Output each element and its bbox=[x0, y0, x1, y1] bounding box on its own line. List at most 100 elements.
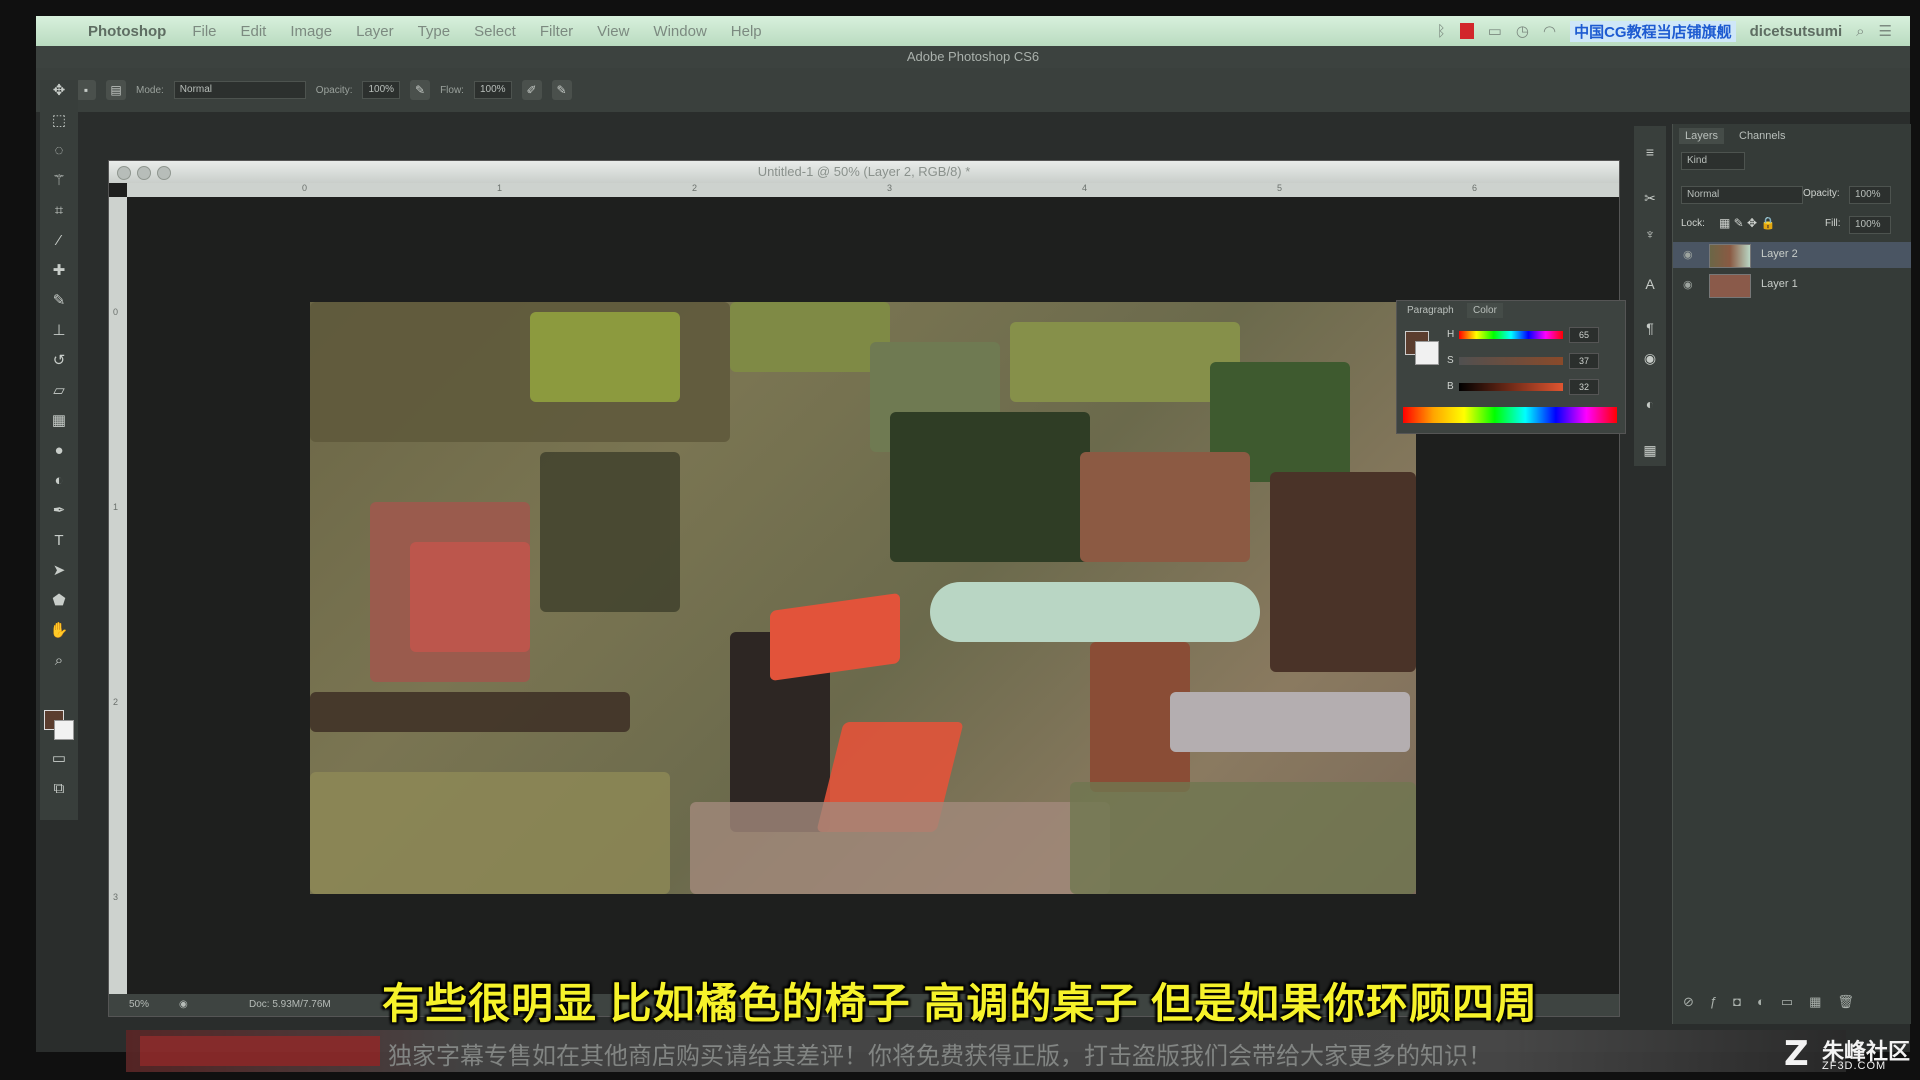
banner-logo bbox=[140, 1036, 380, 1066]
clock-icon[interactable]: ◷ bbox=[1516, 22, 1529, 40]
layers-footer-icons[interactable]: ⊘ƒ◘◐▭▦🗑 bbox=[1683, 994, 1870, 1010]
canvas-painting[interactable] bbox=[310, 302, 1416, 894]
healing-brush-tool-icon[interactable]: ✚ bbox=[47, 260, 71, 282]
move-tool-icon[interactable]: ✥ bbox=[47, 80, 71, 102]
dodge-tool-icon[interactable]: ◐ bbox=[47, 470, 71, 492]
brush-preset-icon[interactable]: ▪ bbox=[76, 80, 96, 100]
user-name[interactable]: dicetsutsumi bbox=[1750, 23, 1843, 40]
opacity-field[interactable]: 100% bbox=[362, 81, 401, 99]
close-icon[interactable] bbox=[117, 166, 131, 180]
crop-tool-icon[interactable]: ⌗ bbox=[47, 200, 71, 222]
mode-select[interactable]: Normal bbox=[173, 81, 306, 99]
hue-value[interactable]: 65 bbox=[1569, 327, 1599, 343]
background-color-swatch[interactable] bbox=[54, 720, 74, 740]
swatches-icon[interactable]: ◐ bbox=[1640, 394, 1660, 414]
airbrush-icon[interactable]: ✐ bbox=[521, 80, 542, 100]
ruler-horizontal[interactable]: 0 1 2 3 4 5 6 bbox=[127, 183, 1619, 197]
brush-tool-icon[interactable]: ✎ bbox=[47, 290, 71, 312]
layer-row-layer-2[interactable]: ◉ Layer 2 bbox=[1673, 242, 1911, 268]
brightness-value[interactable]: 32 bbox=[1569, 379, 1599, 395]
wifi-icon[interactable]: ◠ bbox=[1543, 22, 1556, 40]
menu-window[interactable]: Window bbox=[653, 23, 706, 40]
history-brush-tool-icon[interactable]: ↺ bbox=[47, 350, 71, 372]
tab-layers[interactable]: Layers bbox=[1679, 128, 1725, 144]
spotlight-icon[interactable]: ⌕ bbox=[1856, 23, 1864, 40]
screen-mode-icon[interactable]: ⧉ bbox=[47, 778, 71, 800]
display-icon[interactable]: ▭ bbox=[1488, 22, 1502, 40]
tab-color[interactable]: Color bbox=[1467, 303, 1503, 318]
visibility-eye-icon[interactable]: ◉ bbox=[1683, 278, 1693, 291]
notification-list-icon[interactable]: ☰ bbox=[1879, 22, 1892, 40]
menu-layer[interactable]: Layer bbox=[356, 23, 394, 40]
video-subtitle: 有些很明显 比如橘色的椅子 高调的桌子 但是如果你环顾四周 bbox=[381, 980, 1538, 1027]
tool-presets-icon[interactable]: ✂ bbox=[1640, 188, 1660, 208]
hand-tool-icon[interactable]: ✋ bbox=[47, 620, 71, 642]
lock-pixels-icon[interactable]: ▦ ✎ ✥ 🔒 bbox=[1719, 216, 1775, 230]
brush-presets-icon[interactable]: ♆ bbox=[1640, 224, 1660, 244]
menu-view[interactable]: View bbox=[597, 23, 629, 40]
app-menu[interactable]: Photoshop bbox=[88, 23, 166, 40]
quick-mask-icon[interactable]: ▭ bbox=[47, 748, 71, 770]
ruler-tick: 3 bbox=[887, 183, 893, 193]
layer-name[interactable]: Layer 1 bbox=[1761, 278, 1798, 290]
eyedropper-tool-icon[interactable]: ⁄ bbox=[47, 230, 71, 252]
bluetooth-icon[interactable]: ᛒ bbox=[1437, 23, 1446, 40]
blend-mode-select[interactable]: Normal bbox=[1681, 186, 1803, 204]
mode-label: Mode: bbox=[136, 84, 164, 96]
adjustments-icon[interactable]: ≡ bbox=[1640, 142, 1660, 162]
fill-field[interactable]: 100% bbox=[1849, 216, 1891, 234]
zoom-tool-icon[interactable]: ⌕ bbox=[47, 650, 71, 672]
hue-slider[interactable] bbox=[1459, 331, 1563, 339]
pressure-opacity-icon[interactable]: ✎ bbox=[410, 80, 431, 100]
color-panel-icon[interactable]: ◉ bbox=[1640, 348, 1660, 368]
menu-type[interactable]: Type bbox=[418, 23, 451, 40]
document-title-bar[interactable]: Untitled-1 @ 50% (Layer 2, RGB/8) * bbox=[109, 161, 1619, 183]
blur-tool-icon[interactable]: ● bbox=[47, 440, 71, 462]
menu-filter[interactable]: Filter bbox=[540, 23, 573, 40]
layer-opacity-label: Opacity: bbox=[1803, 188, 1840, 199]
marquee-tool-icon[interactable]: ⬚ bbox=[47, 110, 71, 132]
saturation-value[interactable]: 37 bbox=[1569, 353, 1599, 369]
tab-paragraph[interactable]: Paragraph bbox=[1401, 303, 1460, 318]
layer-filter-kind[interactable]: Kind bbox=[1681, 152, 1745, 170]
minimize-icon[interactable] bbox=[137, 166, 151, 180]
color-spectrum-ramp[interactable] bbox=[1403, 407, 1617, 423]
brush-panel-icon[interactable]: ▤ bbox=[106, 80, 126, 100]
pen-tool-icon[interactable]: ✒ bbox=[47, 500, 71, 522]
status-menu-icon[interactable]: ◉ bbox=[179, 999, 188, 1010]
menu-help[interactable]: Help bbox=[731, 23, 762, 40]
lasso-tool-icon[interactable]: ◌ bbox=[47, 140, 71, 162]
flow-field[interactable]: 100% bbox=[473, 81, 512, 99]
layer-opacity-field[interactable]: 100% bbox=[1849, 186, 1891, 204]
watermark: Z 朱峰社区 ZF3D.COM bbox=[1780, 1030, 1920, 1080]
mac-menubar: Photoshop File Edit Image Layer Type Sel… bbox=[36, 16, 1910, 46]
paragraph-icon[interactable]: ¶ bbox=[1640, 318, 1660, 338]
navigator-icon[interactable]: ▦ bbox=[1640, 440, 1660, 460]
shape-tool-icon[interactable]: ⬟ bbox=[47, 590, 71, 612]
pressure-size-icon[interactable]: ✎ bbox=[551, 80, 572, 100]
type-tool-icon[interactable]: T bbox=[47, 530, 71, 552]
menu-file[interactable]: File bbox=[192, 23, 216, 40]
clone-stamp-tool-icon[interactable]: ⊥ bbox=[47, 320, 71, 342]
layer-row-layer-1[interactable]: ◉ Layer 1 bbox=[1673, 272, 1911, 298]
eraser-tool-icon[interactable]: ▱ bbox=[47, 380, 71, 402]
menu-image[interactable]: Image bbox=[290, 23, 332, 40]
saturation-slider[interactable] bbox=[1459, 357, 1563, 365]
tab-channels[interactable]: Channels bbox=[1733, 128, 1791, 144]
channel-label-h: H bbox=[1447, 329, 1455, 340]
layer-name[interactable]: Layer 2 bbox=[1761, 248, 1798, 260]
gradient-tool-icon[interactable]: ▦ bbox=[47, 410, 71, 432]
character-icon[interactable]: A bbox=[1640, 274, 1660, 294]
brightness-slider[interactable] bbox=[1459, 383, 1563, 391]
path-selection-tool-icon[interactable]: ➤ bbox=[47, 560, 71, 582]
zoom-level[interactable]: 50% bbox=[129, 999, 149, 1010]
magic-wand-tool-icon[interactable]: ⚚ bbox=[47, 170, 71, 192]
record-icon[interactable] bbox=[1459, 23, 1474, 39]
background-color-swatch[interactable] bbox=[1415, 341, 1439, 365]
options-bar: ▪ ▤ Mode: Normal Opacity: 100% ✎ Flow: 1… bbox=[36, 68, 1910, 112]
zoom-icon[interactable] bbox=[157, 166, 171, 180]
visibility-eye-icon[interactable]: ◉ bbox=[1683, 248, 1693, 261]
menu-edit[interactable]: Edit bbox=[241, 23, 267, 40]
ruler-vertical[interactable]: 0 1 2 3 bbox=[109, 197, 127, 994]
menu-select[interactable]: Select bbox=[474, 23, 516, 40]
